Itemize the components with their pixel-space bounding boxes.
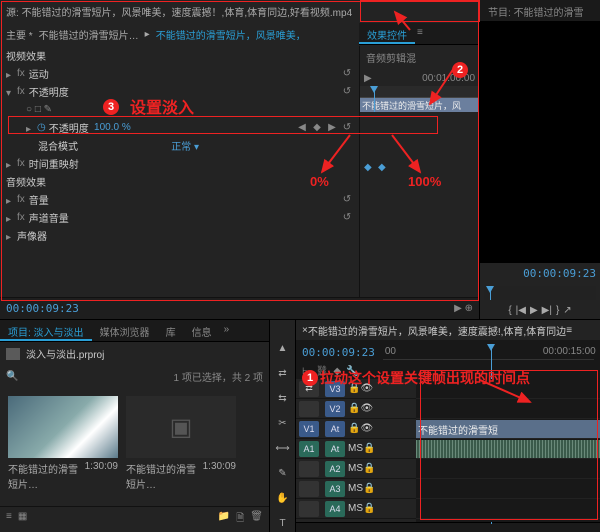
project-icon (6, 348, 20, 360)
new-bin-icon[interactable]: 📁 (218, 511, 230, 528)
step-back-icon[interactable]: |◀ (516, 305, 526, 316)
tab-media-browser[interactable]: 媒体浏览器 (92, 320, 158, 341)
tool-selection[interactable]: ▲ (274, 340, 292, 357)
mark-out-icon[interactable]: } (556, 305, 559, 316)
tool-type[interactable]: T (274, 515, 292, 532)
search-icon[interactable]: 🔍 (6, 371, 18, 382)
annotation-badge-3: 3 (103, 99, 119, 115)
grid-view-icon[interactable]: ▦ (18, 511, 27, 528)
program-transport: { |◀ ▶ ▶| } ↗ (480, 302, 600, 319)
tool-ripple[interactable]: ⇆ (274, 390, 292, 407)
track-a1[interactable]: At (325, 441, 345, 457)
annotation-box-opacity (8, 116, 438, 134)
annotation-0pct: 0% (310, 174, 329, 189)
track-v1[interactable]: At (325, 421, 345, 437)
mark-in-icon[interactable]: { (508, 305, 511, 316)
tab-program[interactable]: 节目: 不能错过的滑雪 (480, 0, 592, 21)
track-a2[interactable]: A2 (325, 461, 345, 477)
project-name: 淡入与淡出.prproj (26, 346, 104, 361)
annotation-box-main (1, 1, 479, 301)
track-a1-src[interactable]: A1 (299, 441, 319, 457)
timeline-ruler[interactable]: 00 00:00:15:00 (383, 344, 594, 360)
tool-pen[interactable]: ✎ (274, 465, 292, 482)
project-item-sequence[interactable]: ▣ 不能错过的滑雪短片…1:30:09 (126, 396, 236, 491)
timeline-tab[interactable]: × 不能错过的滑雪短片，风景唯美，速度震撼!,体育,体育同边 ≡ (296, 320, 600, 340)
tab-libraries[interactable]: 库 (158, 320, 184, 341)
project-item-video[interactable]: 不能错过的滑雪短片…1:30:09 (8, 396, 118, 491)
program-viewport (480, 22, 600, 263)
track-v2[interactable]: V2 (325, 401, 345, 417)
annotation-drag-hint: 拉动这个设置关键帧出现的时间点 (320, 368, 530, 388)
program-timecode[interactable]: 00:00:09:23 (523, 267, 596, 280)
tool-hand[interactable]: ✋ (274, 490, 292, 507)
tool-slip[interactable]: ⟷ (274, 440, 292, 457)
step-fwd-icon[interactable]: ▶| (542, 305, 552, 316)
filter-info: 1 项已选择，共 2 项 (174, 369, 263, 384)
timeline-scrollbar[interactable] (296, 522, 600, 532)
export-frame-icon[interactable]: ↗ (563, 305, 571, 316)
effects-timecode[interactable]: 00:00:09:23 (6, 302, 79, 315)
trash-icon[interactable]: 🗑 (250, 511, 263, 528)
annotation-box-tabs (360, 0, 480, 22)
annotation-badge-2: 2 (452, 62, 468, 78)
list-view-icon[interactable]: ≡ (6, 511, 12, 528)
tab-info[interactable]: 信息 (184, 320, 220, 341)
annotation-100pct: 100% (408, 174, 441, 189)
track-a4[interactable]: A4 (325, 501, 345, 517)
annotation-fade-in: 设置淡入 (130, 94, 194, 118)
track-a3[interactable]: A3 (325, 481, 345, 497)
timeline-timecode[interactable]: 00:00:09:23 (302, 346, 375, 359)
program-scrubber[interactable] (484, 286, 596, 300)
tool-track-select[interactable]: ⇄ (274, 365, 292, 382)
play-icon[interactable]: ▶ (530, 305, 538, 316)
new-item-icon[interactable]: 🗎 (236, 511, 244, 528)
annotation-box-timeline (420, 370, 598, 520)
annotation-badge-1: 1 (302, 370, 318, 386)
tool-palette: ▲ ⇄ ⇆ ✂ ⟷ ✎ ✋ T (270, 320, 296, 532)
tab-project[interactable]: 项目: 淡入与淡出 (0, 320, 92, 341)
tool-razor[interactable]: ✂ (274, 415, 292, 432)
track-v1-src[interactable]: V1 (299, 421, 319, 437)
zoom-icon[interactable]: ▶ ⊕ (454, 303, 473, 314)
